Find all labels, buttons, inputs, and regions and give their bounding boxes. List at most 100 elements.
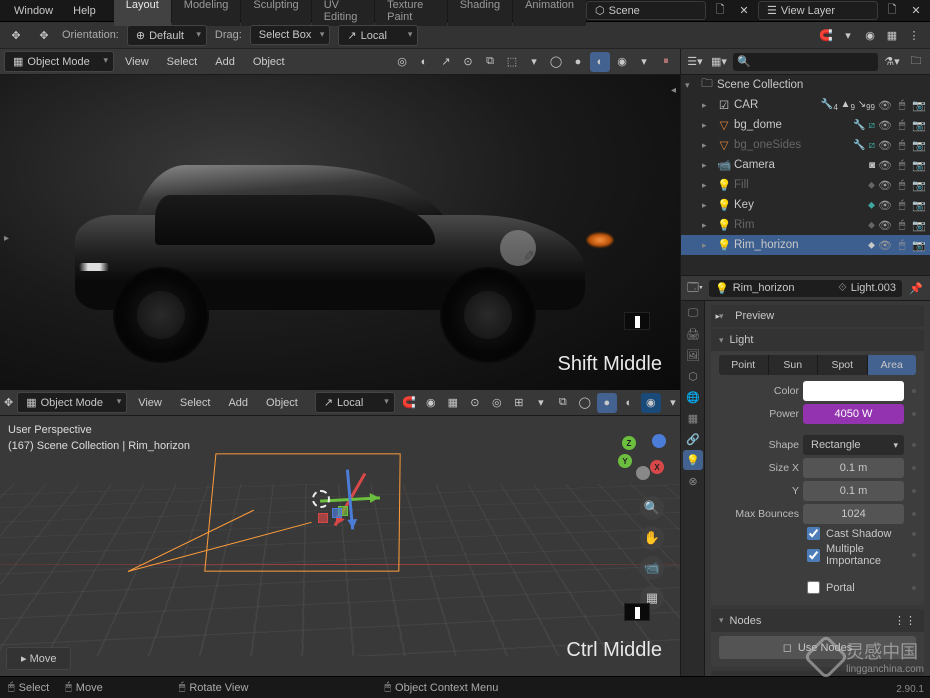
dd1-icon[interactable]: ▾ bbox=[524, 52, 544, 72]
camera-view-icon[interactable]: 📹 bbox=[640, 556, 664, 580]
toggle-icon[interactable]: 👁 bbox=[878, 219, 892, 232]
bm-solid-icon[interactable]: ● bbox=[597, 393, 617, 413]
bm-snap-icon[interactable]: 🧲 bbox=[399, 393, 419, 413]
ptab-data[interactable]: 💡 bbox=[683, 450, 703, 470]
toggle-icon[interactable]: 🖱 bbox=[895, 159, 909, 172]
menu-view-bottom[interactable]: View bbox=[131, 394, 169, 412]
toggle-icon[interactable]: 🖱 bbox=[895, 199, 909, 212]
disclosure-icon[interactable]: ▸ bbox=[702, 140, 714, 151]
tree-root[interactable]: ▾ 🗀 Scene Collection bbox=[681, 75, 930, 95]
workspace-tab-sculpting[interactable]: Sculpting bbox=[241, 0, 310, 26]
workspace-tab-texture-paint[interactable]: Texture Paint bbox=[375, 0, 447, 26]
toggle-icon[interactable]: 🖱 bbox=[895, 219, 909, 232]
props-type-icon[interactable]: 🗔▾ bbox=[685, 278, 705, 298]
ptab-viewlayer[interactable]: 🖼 bbox=[683, 345, 703, 365]
disclosure-icon[interactable]: ▸ bbox=[702, 180, 714, 191]
tree-row-rim-horizon[interactable]: ▸💡Rim_horizon⬥👁🖱📷 bbox=[681, 235, 930, 255]
bm-mat-icon[interactable]: ◐ bbox=[619, 393, 639, 413]
workspace-tab-modeling[interactable]: Modeling bbox=[172, 0, 241, 26]
editor-type-icon[interactable]: ✥ bbox=[6, 25, 26, 45]
workspace-tab-layout[interactable]: Layout bbox=[114, 0, 171, 26]
shade-matprev-icon[interactable]: ◐ bbox=[590, 52, 610, 72]
toggle-icon[interactable]: 📷 bbox=[912, 139, 926, 152]
color-field[interactable] bbox=[803, 381, 904, 401]
tree-row-bg-onesides[interactable]: ▸▽bg_oneSides🔧 ⧄👁🖱📷 bbox=[681, 135, 930, 155]
disclosure-icon[interactable]: ▸ bbox=[702, 100, 714, 111]
bm-ov2-icon[interactable]: ◎ bbox=[487, 393, 507, 413]
toggle-icon[interactable]: 📷 bbox=[912, 199, 926, 212]
sizex-field[interactable]: 0.1 m bbox=[803, 458, 904, 478]
scene-new-icon[interactable]: 🗋 bbox=[710, 1, 730, 21]
disclosure-icon[interactable]: ▸ bbox=[702, 240, 714, 251]
top-viewport[interactable]: ▸ ◂ Shift Middle bbox=[0, 75, 680, 390]
menu-select-top[interactable]: Select bbox=[160, 53, 205, 71]
light-type-toggle[interactable]: PointSunSpotArea bbox=[719, 355, 916, 375]
nav-x-icon[interactable]: X bbox=[650, 460, 664, 474]
tree-row-car[interactable]: ▸☑CAR🔧4 ▲9 ↘99👁🖱📷 bbox=[681, 95, 930, 115]
bm-xray-icon[interactable]: ⧉ bbox=[553, 393, 573, 413]
collapse-arrow-icon[interactable]: ▸ bbox=[4, 233, 9, 244]
sizey-field[interactable]: 0.1 m bbox=[803, 481, 904, 501]
toggle-icon[interactable]: 👁 bbox=[878, 159, 892, 172]
menu-help[interactable]: Help bbox=[63, 2, 106, 20]
outliner-search[interactable]: 🔍 bbox=[733, 53, 878, 71]
opt1-icon[interactable]: ⊙ bbox=[458, 52, 478, 72]
toggle-icon[interactable]: 🖱 bbox=[895, 139, 909, 152]
scene-close-icon[interactable]: ✕ bbox=[734, 1, 754, 21]
disclosure-icon[interactable]: ▸ bbox=[702, 200, 714, 211]
ptab-scene[interactable]: ⬡ bbox=[683, 366, 703, 386]
xray-icon[interactable]: ⧉ bbox=[480, 52, 500, 72]
bottom-viewport[interactable]: User Perspective (167) Scene Collection … bbox=[0, 416, 680, 676]
tree-row-camera[interactable]: ▸📹Camera◙👁🖱📷 bbox=[681, 155, 930, 175]
outliner[interactable]: ▾ 🗀 Scene Collection ▸☑CAR🔧4 ▲9 ↘99👁🖱📷 ▸▽… bbox=[681, 75, 930, 275]
workspace-tab-animation[interactable]: Animation bbox=[513, 0, 586, 26]
ptab-physics[interactable]: ⊗ bbox=[683, 471, 703, 491]
bm-wire-icon[interactable]: ◯ bbox=[575, 393, 595, 413]
ptab-constraint[interactable]: 🔗 bbox=[683, 429, 703, 449]
nav-ny-icon[interactable]: Y bbox=[618, 454, 632, 468]
toggle-icon[interactable]: 📷 bbox=[912, 179, 926, 192]
nav-y-icon[interactable]: Z bbox=[622, 436, 636, 450]
light-type-sun[interactable]: Sun bbox=[769, 355, 819, 375]
toggle-icon[interactable]: 👁 bbox=[878, 139, 892, 152]
light-type-point[interactable]: Point bbox=[719, 355, 769, 375]
pin-icon[interactable]: 📌 bbox=[906, 278, 926, 298]
viewlayer-new-icon[interactable]: 🗋 bbox=[882, 1, 902, 21]
viewlayer-close-icon[interactable]: ✕ bbox=[906, 1, 926, 21]
menu-view-top[interactable]: View bbox=[118, 53, 156, 71]
snap-opts-icon[interactable]: ▾ bbox=[838, 25, 858, 45]
toggle-icon[interactable]: 👁 bbox=[878, 199, 892, 212]
orientation-dropdown[interactable]: ⊕Default bbox=[127, 25, 207, 46]
drag-dropdown[interactable]: Select Box bbox=[250, 25, 331, 45]
mode-dropdown-top[interactable]: ▦Object Mode bbox=[4, 51, 114, 72]
proportional-icon[interactable]: ◉ bbox=[860, 25, 880, 45]
ptab-world[interactable]: 🌐 bbox=[683, 387, 703, 407]
toggle-icon[interactable]: 🖱 bbox=[895, 179, 909, 192]
ptab-object[interactable]: ▦ bbox=[683, 408, 703, 428]
toggle-icon[interactable]: 🖱 bbox=[895, 119, 909, 132]
ptab-render[interactable]: 🖵 bbox=[683, 303, 703, 323]
shape-dropdown[interactable]: Rectangle bbox=[803, 435, 904, 455]
toggle-icon[interactable]: 📷 bbox=[912, 159, 926, 172]
preview-section[interactable]: ▸ Preview bbox=[711, 305, 924, 327]
scene-field[interactable]: ⬡ Scene bbox=[586, 1, 706, 20]
selected-area-light[interactable] bbox=[204, 454, 400, 572]
dd2-icon[interactable]: ▾ bbox=[634, 52, 654, 72]
disclosure-icon[interactable]: ▸ bbox=[702, 120, 714, 131]
outliner-display-icon[interactable]: ▦▾ bbox=[709, 52, 729, 72]
toggle-icon[interactable]: 👁 bbox=[878, 179, 892, 192]
use-nodes-button[interactable]: ◻Use Nodes bbox=[719, 636, 916, 659]
nav-z-icon[interactable] bbox=[652, 434, 666, 448]
move-tool-icon[interactable]: ✥ bbox=[34, 25, 54, 45]
toggle-icon[interactable]: 📷 bbox=[912, 219, 926, 232]
tree-row-fill[interactable]: ▸💡Fill⬥👁🖱📷 bbox=[681, 175, 930, 195]
ptab-output[interactable]: 🖨 bbox=[683, 324, 703, 344]
multi-importance-check[interactable] bbox=[807, 549, 820, 562]
toggle-icon[interactable]: 📷 bbox=[912, 119, 926, 132]
bm-ov3-icon[interactable]: ⊞ bbox=[509, 393, 529, 413]
disclosure-icon[interactable]: ▸ bbox=[702, 220, 714, 231]
transform-space-dropdown[interactable]: ↗Local bbox=[338, 25, 418, 46]
tree-row-rim[interactable]: ▸💡Rim⬥👁🖱📷 bbox=[681, 215, 930, 235]
menu-select-bottom[interactable]: Select bbox=[173, 394, 218, 412]
gizmo-icon[interactable]: ◎ bbox=[392, 52, 412, 72]
